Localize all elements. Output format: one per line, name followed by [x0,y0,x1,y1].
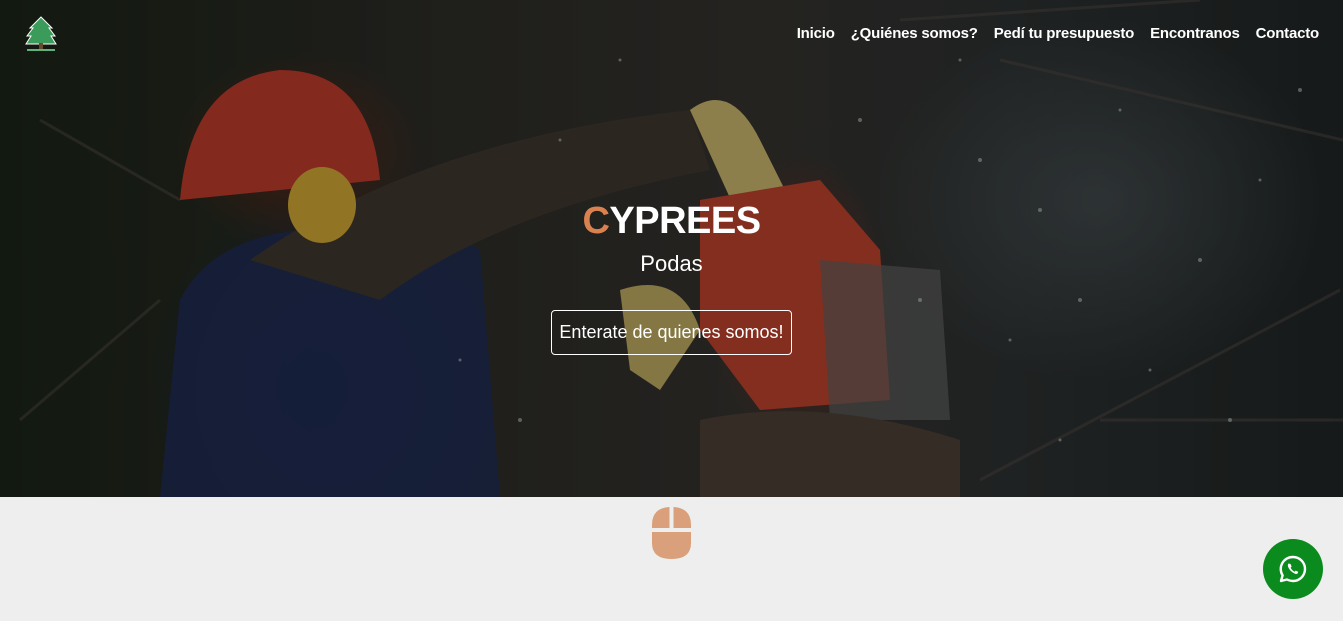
cypress-tree-logo-icon [25,16,57,51]
brand-title: CYPREES [0,198,1343,244]
nav-item-encontranos[interactable]: Encontranos [1150,24,1240,44]
hero-heading-block: CYPREES Podas [0,198,1343,278]
brand-title-rest: YPREES [609,200,761,242]
about-us-button[interactable]: Enterate de quienes somos! [551,310,792,355]
hero-section: Inicio ¿Quiénes somos? Pedí tu presupues… [0,0,1343,497]
scroll-mouse-icon[interactable] [652,507,691,559]
main-navigation: Inicio ¿Quiénes somos? Pedí tu presupues… [797,24,1319,44]
mouse-icon [652,507,691,559]
nav-item-inicio[interactable]: Inicio [797,24,835,44]
hero-subtitle: Podas [640,251,703,276]
nav-item-quienes-somos[interactable]: ¿Quiénes somos? [851,24,978,44]
brand-title-first-letter: C [582,200,610,242]
nav-item-presupuesto[interactable]: Pedí tu presupuesto [994,24,1135,44]
whatsapp-button[interactable] [1263,539,1323,599]
logo[interactable] [22,14,60,54]
whatsapp-icon [1279,555,1307,583]
nav-item-contacto[interactable]: Contacto [1256,24,1320,44]
